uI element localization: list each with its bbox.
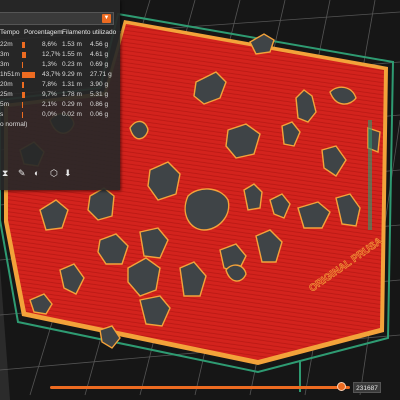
stats-row: s 0,0% 0.02 m 0.06 g	[0, 110, 120, 121]
weight-cell: 27.71 g	[90, 71, 112, 78]
time-cell: 3m	[0, 51, 10, 58]
percentage-cell: 7,8%	[42, 81, 57, 88]
layer-slider[interactable]	[50, 386, 350, 389]
time-cell: 20m	[0, 81, 13, 88]
hourglass-icon[interactable]: ⧗	[2, 168, 8, 179]
percentage-cell: 0,0%	[42, 111, 57, 118]
percentage-bar	[22, 112, 23, 118]
view-type-select[interactable]: ▼	[0, 12, 114, 25]
percentage-cell: 2,1%	[42, 101, 57, 108]
percentage-bar	[22, 82, 25, 88]
time-cell: 3m	[0, 61, 10, 68]
weight-cell: 5.31 g	[90, 91, 109, 98]
layer-slider-value: 231687	[353, 382, 381, 393]
header-time: Tempo	[0, 29, 20, 36]
percentage-bar	[22, 42, 25, 48]
weight-cell: 4.56 g	[90, 41, 109, 48]
percentage-bar	[22, 92, 25, 98]
percentage-cell: 1,3%	[42, 61, 57, 68]
mode-note: o normal)	[0, 121, 28, 128]
chevron-down-icon[interactable]: ▼	[102, 14, 111, 23]
weight-cell: 0.06 g	[90, 111, 109, 118]
weight-cell: 3.90 g	[90, 81, 109, 88]
time-cell: 5m	[0, 101, 10, 108]
length-cell: 0.29 m	[62, 101, 82, 108]
cube-icon[interactable]: ⬡	[50, 168, 58, 179]
length-cell: 1.53 m	[62, 41, 82, 48]
legend-toolbar: ⧗ ✎ ◐ ⬡ ⬇	[0, 168, 80, 182]
length-cell: 0.23 m	[62, 61, 82, 68]
percentage-bar	[22, 72, 36, 78]
time-cell: 22m	[0, 41, 13, 48]
percentage-cell: 9,7%	[42, 91, 57, 98]
pen-icon[interactable]: ✎	[18, 168, 26, 179]
length-cell: 1.31 m	[62, 81, 82, 88]
time-cell: s	[0, 111, 4, 118]
length-cell: 1.78 m	[62, 91, 82, 98]
statistics-panel: ▼ Tempo Porcentagem Filamento utilizado …	[0, 0, 120, 190]
percentage-cell: 12,7%	[42, 51, 61, 58]
time-cell: 1h51m	[0, 71, 20, 78]
percentage-bar	[22, 52, 26, 58]
header-percentage: Porcentagem	[24, 29, 63, 36]
length-cell: 0.02 m	[62, 111, 82, 118]
weight-cell: 0.86 g	[90, 101, 109, 108]
header-filament: Filamento utilizado	[62, 29, 117, 36]
weight-cell: 4.61 g	[90, 51, 109, 58]
percentage-cell: 43,7%	[42, 71, 61, 78]
percentage-bar	[22, 62, 23, 68]
percentage-cell: 8,6%	[42, 41, 57, 48]
weight-cell: 0.69 g	[90, 61, 109, 68]
time-cell: 25m	[0, 91, 13, 98]
length-cell: 9.29 m	[62, 71, 82, 78]
percentage-bar	[22, 102, 23, 108]
length-cell: 1.55 m	[62, 51, 82, 58]
color-icon[interactable]: ◐	[34, 168, 39, 178]
bed-edge-strip	[368, 120, 372, 230]
download-icon[interactable]: ⬇	[64, 168, 72, 179]
layer-slider-thumb[interactable]	[337, 382, 346, 391]
